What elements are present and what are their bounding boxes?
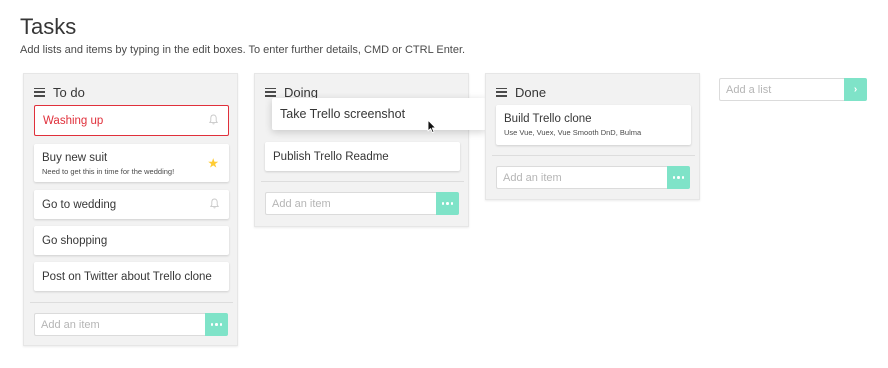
card[interactable]: Build Trello clone Use Vue, Vuex, Vue Sm… xyxy=(496,105,691,145)
menu-icon[interactable] xyxy=(496,87,507,97)
bell-icon[interactable] xyxy=(209,196,220,214)
add-item-input[interactable] xyxy=(34,313,205,336)
divider xyxy=(492,155,695,156)
list-title: Done xyxy=(515,84,547,100)
menu-icon[interactable] xyxy=(34,87,45,97)
bell-icon[interactable] xyxy=(208,112,219,130)
page-title: Tasks xyxy=(20,14,77,39)
add-item-row xyxy=(265,192,459,215)
add-item-button[interactable] xyxy=(436,192,459,215)
add-item-input[interactable] xyxy=(265,192,436,215)
card-title: Post on Twitter about Trello clone xyxy=(42,270,212,283)
add-item-button[interactable] xyxy=(205,313,228,336)
divider xyxy=(261,181,464,182)
add-item-button[interactable] xyxy=(667,166,690,189)
add-list-input[interactable] xyxy=(719,78,844,101)
cursor-icon xyxy=(427,119,437,134)
chevron-right-icon: › xyxy=(853,84,858,95)
star-icon[interactable]: ★ xyxy=(207,157,219,170)
divider xyxy=(30,302,233,303)
card-title: Go shopping xyxy=(42,234,108,247)
card-title: Build Trello clone xyxy=(504,113,592,125)
card[interactable]: Go shopping xyxy=(34,226,229,255)
add-list-button[interactable]: › xyxy=(844,78,867,101)
card[interactable]: Post on Twitter about Trello clone xyxy=(34,262,229,291)
list-title: To do xyxy=(53,84,85,100)
list-header: Done xyxy=(496,83,546,101)
card[interactable]: Go to wedding xyxy=(34,190,229,219)
more-icon xyxy=(441,202,454,205)
card-description: Use Vue, Vuex, Vue Smooth DnD, Bulma xyxy=(504,128,642,137)
card-title: Take Trello screenshot xyxy=(280,107,406,121)
card-title: Publish Trello Readme xyxy=(273,150,389,163)
card-title: Go to wedding xyxy=(42,198,117,211)
more-icon xyxy=(210,323,223,326)
list-todo: To do Washing up Buy new suit Need to ge… xyxy=(23,73,238,346)
add-item-input[interactable] xyxy=(496,166,667,189)
list-header: To do xyxy=(34,83,85,101)
dragging-card[interactable]: Take Trello screenshot xyxy=(272,98,486,130)
card-title: Buy new suit xyxy=(42,152,108,164)
add-list-row: › xyxy=(719,78,867,101)
list-done: Done Build Trello clone Use Vue, Vuex, V… xyxy=(485,73,700,200)
add-item-row xyxy=(34,313,228,336)
card-title: Washing up xyxy=(43,114,104,127)
page-subtitle: Add lists and items by typing in the edi… xyxy=(20,44,466,56)
add-item-row xyxy=(496,166,690,189)
more-icon xyxy=(672,176,685,179)
list-doing: Doing Publish Trello Readme xyxy=(254,73,469,227)
card[interactable]: Buy new suit Need to get this in time fo… xyxy=(34,144,229,182)
card-description: Need to get this in time for the wedding… xyxy=(42,167,175,176)
card[interactable]: Washing up xyxy=(34,105,229,136)
card[interactable]: Publish Trello Readme xyxy=(265,142,460,171)
menu-icon[interactable] xyxy=(265,87,276,97)
